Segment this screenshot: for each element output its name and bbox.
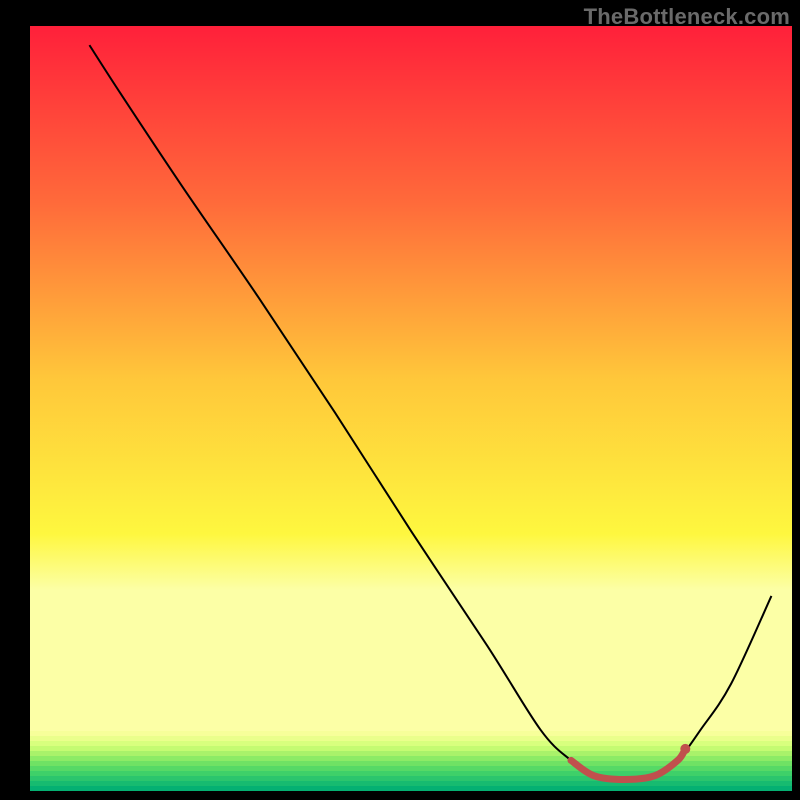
bottleneck-chart (0, 0, 800, 800)
optimal-zone-marker-end-dot (680, 744, 690, 754)
bg-band (30, 731, 792, 737)
bg-band (30, 781, 792, 787)
watermark-text: TheBottleneck.com (584, 4, 790, 30)
bg-band (30, 786, 792, 792)
bg-band (30, 771, 792, 777)
bg-band (30, 736, 792, 742)
bg-band (30, 741, 792, 747)
bg-band (30, 766, 792, 772)
bg-band (30, 746, 792, 752)
bg-band (30, 776, 792, 782)
gradient-background (30, 26, 792, 792)
